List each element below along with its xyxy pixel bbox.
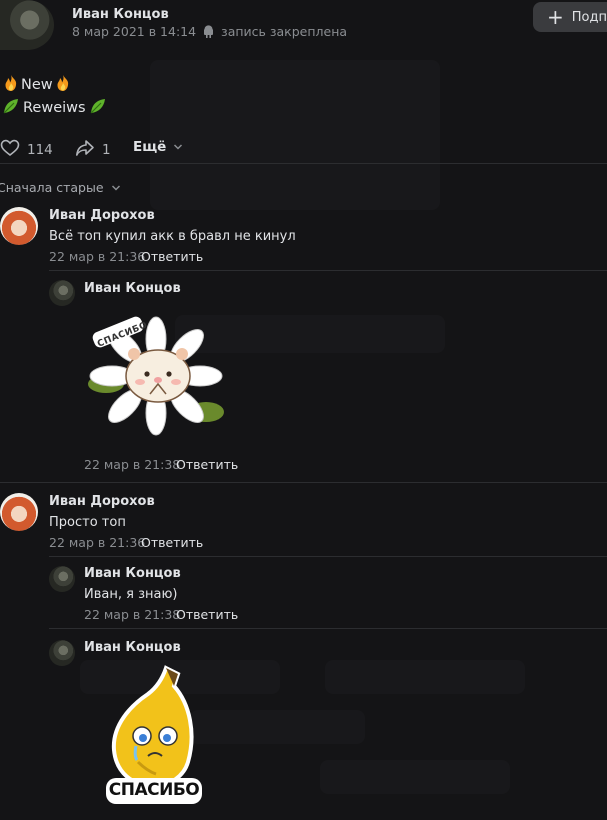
- commenter-avatar[interactable]: [49, 640, 75, 666]
- reply-button[interactable]: Ответить: [141, 535, 203, 550]
- post-text-reviews: Reweiws: [23, 100, 86, 116]
- heart-icon: [0, 139, 20, 161]
- post-divider: [0, 163, 607, 164]
- pinned-label: запись закреплена: [221, 24, 348, 39]
- comment-divider: [49, 556, 607, 557]
- post-line-new: New: [2, 74, 72, 96]
- share-icon: [75, 139, 95, 161]
- comment-date[interactable]: 22 мар в 21:36: [49, 535, 145, 550]
- comment-text: Просто топ: [49, 515, 126, 530]
- background-ghost-panel: [325, 660, 525, 694]
- share-count: 1: [102, 142, 111, 158]
- subscribe-label: Подпи: [571, 9, 607, 25]
- comment-date[interactable]: 22 мар в 21:38: [84, 457, 180, 472]
- comment-author[interactable]: Иван Концов: [84, 281, 181, 296]
- post-date[interactable]: 8 мар 2021 в 14:14: [72, 24, 196, 39]
- comment-text: Всё топ купил акк в бравл не кинул: [49, 229, 296, 244]
- comments-sort-dropdown[interactable]: Сначала старые: [0, 180, 121, 195]
- chevron-down-icon: [111, 180, 121, 195]
- post-author-avatar[interactable]: [0, 0, 54, 50]
- like-button[interactable]: 114: [0, 139, 53, 161]
- background-ghost-panel: [320, 760, 510, 794]
- comment-author[interactable]: Иван Концов: [84, 566, 181, 581]
- sort-label: Сначала старые: [0, 180, 104, 195]
- plus-icon: +: [547, 5, 564, 29]
- post-line-reviews: Reweiws: [2, 97, 107, 119]
- comment-author[interactable]: Иван Дорохов: [49, 208, 155, 223]
- background-ghost-panel: [150, 60, 440, 210]
- post-meta: 8 мар 2021 в 14:14 запись закреплена: [72, 24, 347, 41]
- commenter-avatar[interactable]: [0, 493, 38, 531]
- reply-button[interactable]: Ответить: [141, 249, 203, 264]
- more-label: Ещё: [133, 139, 167, 155]
- post-text-new: New: [21, 77, 53, 93]
- more-button[interactable]: Ещё: [133, 139, 183, 155]
- leaf-icon: [89, 97, 107, 119]
- comment-text: Иван, я знаю): [84, 587, 178, 602]
- leaf-icon: [2, 97, 20, 119]
- fire-icon: [2, 74, 20, 96]
- comment-author[interactable]: Иван Дорохов: [49, 494, 155, 509]
- share-button[interactable]: 1: [75, 139, 111, 161]
- fire-icon: [54, 74, 72, 96]
- comment-date[interactable]: 22 мар в 21:38: [84, 607, 180, 622]
- comment-date[interactable]: 22 мар в 21:36: [49, 249, 145, 264]
- comment-divider: [49, 270, 607, 271]
- subscribe-button[interactable]: + Подпи: [533, 2, 607, 32]
- comment-divider: [0, 482, 607, 483]
- commenter-avatar[interactable]: [49, 566, 75, 592]
- comment-divider: [49, 628, 607, 629]
- comment-author[interactable]: Иван Концов: [84, 640, 181, 655]
- reply-button[interactable]: Ответить: [176, 457, 238, 472]
- post-author-name[interactable]: Иван Концов: [72, 7, 169, 22]
- android-icon: [203, 25, 214, 41]
- chevron-down-icon: [173, 139, 183, 155]
- commenter-avatar[interactable]: [49, 280, 75, 306]
- like-count: 114: [27, 142, 53, 158]
- commenter-avatar[interactable]: [0, 207, 38, 245]
- background-ghost-panel: [190, 710, 365, 744]
- sticker-caption: СПАСИБО: [108, 780, 200, 800]
- reply-button[interactable]: Ответить: [176, 607, 238, 622]
- daisy-hamster-sticker[interactable]: СПАСИБО: [84, 314, 228, 438]
- banana-sticker[interactable]: СПАСИБО: [104, 664, 204, 806]
